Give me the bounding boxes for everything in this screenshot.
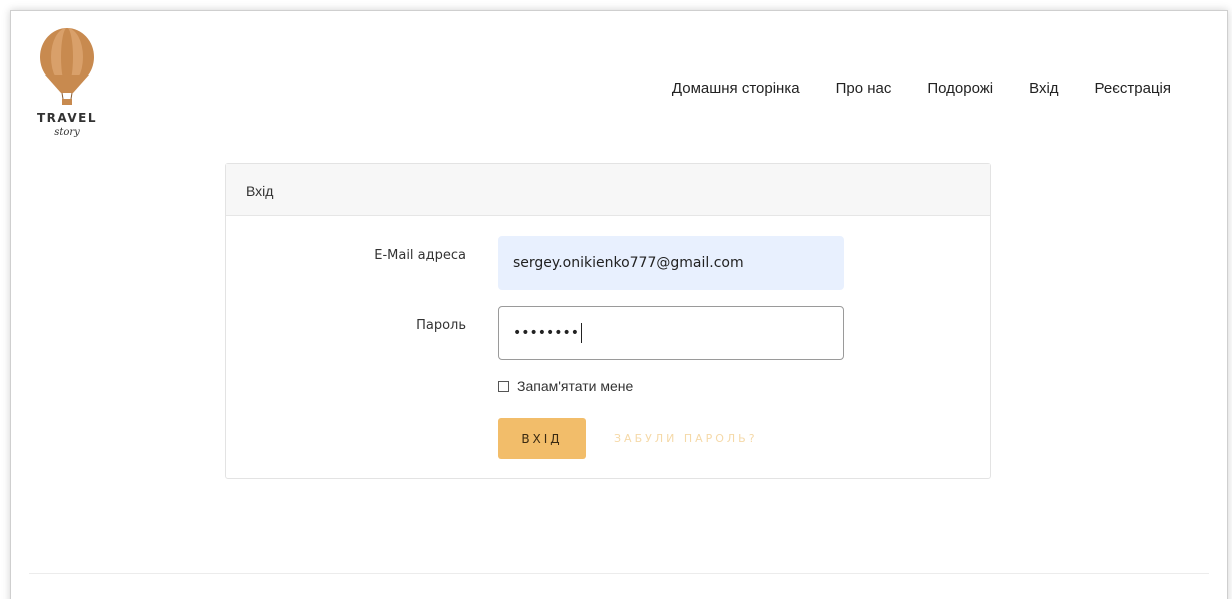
login-card-title: Вхід [226, 164, 990, 216]
forgot-password-link[interactable]: ЗАБУЛИ ПАРОЛЬ? [614, 432, 758, 445]
email-value: sergey.onikienko777@gmail.com [513, 255, 744, 271]
nav-home[interactable]: Домашня сторінка [672, 80, 800, 97]
password-field[interactable]: •••••••• [498, 306, 844, 360]
remember-checkbox[interactable] [498, 380, 509, 392]
nav-about[interactable]: Про нас [836, 80, 892, 97]
main-nav: Домашня сторінка Про нас Подорожі Вхід Р… [636, 80, 1171, 97]
login-button[interactable]: ВХІД [498, 418, 586, 459]
remember-me[interactable]: Запам'ятати мене [498, 378, 633, 394]
nav-register[interactable]: Реєстрація [1095, 80, 1171, 97]
email-label: E-Mail адреса [374, 248, 466, 263]
password-label: Пароль [416, 318, 466, 333]
remember-label: Запам'ятати мене [517, 378, 634, 394]
logo-word: TRAVEL [36, 111, 98, 125]
nav-trips[interactable]: Подорожі [927, 80, 993, 97]
email-field[interactable]: sergey.onikienko777@gmail.com [498, 236, 844, 290]
logo-script: story [54, 127, 80, 138]
site-logo[interactable]: TRAVEL story [35, 27, 99, 147]
nav-login[interactable]: Вхід [1029, 80, 1058, 97]
footer-divider [29, 573, 1209, 574]
text-caret [581, 323, 583, 343]
hot-air-balloon-icon [40, 28, 94, 105]
password-value: •••••••• [513, 325, 580, 341]
login-card: Вхід E-Mail адреса sergey.onikienko777@g… [225, 163, 991, 479]
browser-page: TRAVEL story Домашня сторінка Про нас По… [10, 10, 1228, 599]
